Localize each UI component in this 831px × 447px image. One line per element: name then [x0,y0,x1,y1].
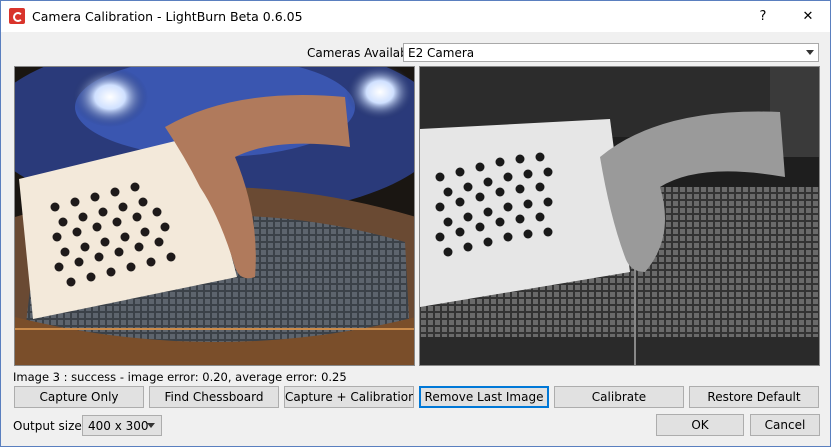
calibrated-camera-image [420,67,819,365]
restore-default-button[interactable]: Restore Default [689,386,819,408]
calibrated-camera-view [419,66,820,366]
chevron-down-icon [147,423,155,428]
raw-camera-image [15,67,414,365]
calibrate-button[interactable]: Calibrate [554,386,684,408]
help-button[interactable]: ? [741,1,785,32]
title-bar[interactable]: Camera Calibration - LightBurn Beta 0.6.… [1,1,830,32]
camera-select-value: E2 Camera [408,46,475,60]
remove-last-image-button[interactable]: Remove Last Image [419,386,549,408]
raw-camera-view [14,66,415,366]
output-size-value: 400 x 300 [88,419,149,433]
window-title: Camera Calibration - LightBurn Beta 0.6.… [32,9,303,24]
capture-calibration-button[interactable]: Capture + Calibration [284,386,414,408]
close-button[interactable]: ✕ [786,1,830,32]
find-chessboard-button[interactable]: Find Chessboard [149,386,279,408]
output-size-select[interactable]: 400 x 300 [82,415,162,436]
calibration-dialog: Camera Calibration - LightBurn Beta 0.6.… [0,0,831,447]
output-size-label: Output size: [13,419,86,433]
ok-button[interactable]: OK [656,414,744,436]
capture-only-button[interactable]: Capture Only [14,386,144,408]
lightburn-logo-icon [9,8,25,24]
camera-select[interactable]: E2 Camera [403,43,819,62]
calibration-status: Image 3 : success - image error: 0.20, a… [13,370,347,384]
chevron-down-icon [806,50,814,55]
cancel-button[interactable]: Cancel [750,414,820,436]
